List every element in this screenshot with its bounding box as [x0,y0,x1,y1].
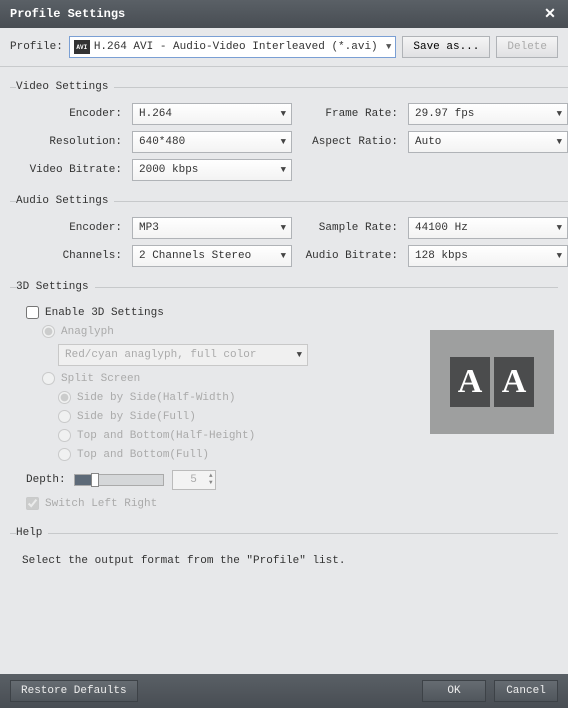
frame-rate-select[interactable]: 29.97 fps ▼ [408,103,568,125]
dialog-footer: Restore Defaults OK Cancel [0,674,568,708]
depth-spinner: 5 ▲▼ [172,470,216,490]
video-bitrate-label: Video Bitrate: [14,164,124,176]
window-title: Profile Settings [10,7,125,21]
chevron-down-icon: ▼ [297,350,302,360]
ok-button[interactable]: OK [422,680,486,702]
avi-file-icon: AVI [74,40,90,54]
anaglyph-mode-select: Red/cyan anaglyph, full color ▼ [58,344,308,366]
chevron-down-icon: ▼ [281,165,286,175]
chevron-down-icon: ▼ [281,109,286,119]
sample-rate-label: Sample Rate: [300,222,400,234]
resolution-label: Resolution: [14,136,124,148]
tab-full-radio [58,448,71,461]
help-text: Select the output format from the "Profi… [14,549,554,567]
audio-legend: Audio Settings [16,195,114,207]
sample-rate-select[interactable]: 44100 Hz ▼ [408,217,568,239]
profile-select-value: H.264 AVI - Audio-Video Interleaved (*.a… [94,41,378,53]
restore-defaults-button[interactable]: Restore Defaults [10,680,138,702]
3d-legend: 3D Settings [16,281,95,293]
anaglyph-radio [42,325,55,338]
split-screen-label: Split Screen [61,373,140,385]
split-screen-radio [42,372,55,385]
profile-toolbar: Profile: AVI H.264 AVI - Audio-Video Int… [0,28,568,67]
help-group: Help Select the output format from the "… [10,527,558,573]
3d-preview: A A [430,330,554,434]
aspect-ratio-label: Aspect Ratio: [300,136,400,148]
cancel-button[interactable]: Cancel [494,680,558,702]
profile-label: Profile: [10,41,63,53]
audio-settings-group: Audio Settings Encoder: MP3 ▼ Sample Rat… [10,195,568,273]
switch-lr-label: Switch Left Right [45,498,157,510]
titlebar: Profile Settings ✕ [0,0,568,28]
chevron-down-icon: ▼ [557,109,562,119]
help-legend: Help [16,527,48,539]
slider-thumb[interactable] [91,473,99,487]
sbs-half-radio [58,391,71,404]
close-icon[interactable]: ✕ [540,4,560,24]
enable-3d-checkbox[interactable] [26,306,39,319]
video-legend: Video Settings [16,81,114,93]
chevron-down-icon: ▼ [281,223,286,233]
anaglyph-label: Anaglyph [61,326,114,338]
depth-label: Depth: [26,474,66,486]
frame-rate-label: Frame Rate: [300,108,400,120]
audio-encoder-select[interactable]: MP3 ▼ [132,217,292,239]
chevron-down-icon: ▼ [386,42,391,52]
chevron-down-icon: ▼ [557,137,562,147]
resolution-select[interactable]: 640*480 ▼ [132,131,292,153]
profile-select[interactable]: AVI H.264 AVI - Audio-Video Interleaved … [69,36,397,58]
channels-select[interactable]: 2 Channels Stereo ▼ [132,245,292,267]
aspect-ratio-select[interactable]: Auto ▼ [408,131,568,153]
audio-encoder-label: Encoder: [14,222,124,234]
sbs-full-radio [58,410,71,423]
chevron-down-icon: ▼ [281,251,286,261]
channels-label: Channels: [14,250,124,262]
delete-button: Delete [496,36,558,58]
chevron-down-icon: ▼ [281,137,286,147]
switch-lr-checkbox [26,497,39,510]
video-settings-group: Video Settings Encoder: H.264 ▼ Frame Ra… [10,81,568,187]
video-bitrate-select[interactable]: 2000 kbps ▼ [132,159,292,181]
preview-right-a: A [494,357,534,407]
preview-left-a: A [450,357,490,407]
audio-bitrate-select[interactable]: 128 kbps ▼ [408,245,568,267]
depth-slider[interactable] [74,474,164,486]
chevron-down-icon: ▼ [557,223,562,233]
tab-half-radio [58,429,71,442]
chevron-down-icon: ▼ [557,251,562,261]
enable-3d-label: Enable 3D Settings [45,307,164,319]
save-as-button[interactable]: Save as... [402,36,490,58]
audio-bitrate-label: Audio Bitrate: [300,250,400,262]
video-encoder-select[interactable]: H.264 ▼ [132,103,292,125]
video-encoder-label: Encoder: [14,108,124,120]
